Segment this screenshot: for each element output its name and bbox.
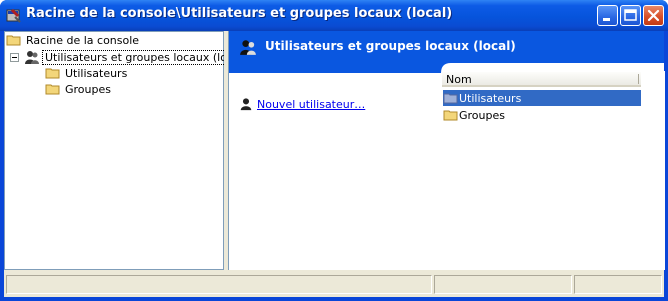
details-pane: Utilisateurs et groupes locaux (local) N… [228, 31, 665, 270]
list-item-label: Utilisateurs [459, 91, 522, 105]
page-title: Utilisateurs et groupes locaux (local) [265, 39, 516, 53]
tree-item-label: Utilisateurs et groupes locaux (local) [42, 49, 251, 65]
details-list[interactable]: Nom Utilisateurs Groupes [442, 71, 665, 270]
folder-icon [443, 110, 458, 121]
new-user-icon [240, 98, 252, 111]
tree-item-groupes[interactable]: Groupes [45, 81, 113, 97]
status-pane [434, 275, 572, 294]
column-label: Nom [446, 73, 472, 86]
status-pane [6, 275, 432, 294]
tree-item-root[interactable]: Racine de la console [6, 32, 141, 48]
tree-item-label: Utilisateurs [65, 66, 128, 80]
tree-item-label: Groupes [65, 82, 111, 96]
users-snapin-icon [240, 40, 256, 55]
new-user-link[interactable]: Nouvel utilisateur… [257, 98, 365, 111]
maximize-icon [624, 9, 637, 21]
tree-item-utilisateurs[interactable]: Utilisateurs [45, 65, 129, 81]
folder-icon [45, 68, 60, 79]
taskpad-header: Utilisateurs et groupes locaux (local) [229, 31, 664, 63]
status-bar [4, 272, 664, 297]
tree-item-label: Racine de la console [26, 33, 140, 47]
list-item-label: Groupes [459, 108, 505, 122]
column-header-nom[interactable]: Nom [442, 72, 641, 87]
tree-item-snapin[interactable]: Utilisateurs et groupes locaux (local) [24, 49, 251, 65]
column-divider[interactable] [638, 74, 639, 84]
folder-icon [45, 84, 60, 95]
users-snapin-icon [25, 51, 39, 64]
console-tool-icon [6, 9, 21, 23]
window-frame: Racine de la console Utilisateurs et gro… [4, 31, 665, 297]
window-title: Racine de la console\Utilisateurs et gro… [26, 6, 453, 21]
title-bar[interactable]: Racine de la console\Utilisateurs et gro… [0, 0, 668, 31]
collapse-toggle[interactable] [10, 53, 19, 62]
mmc-window: Racine de la console\Utilisateurs et gro… [0, 0, 668, 301]
status-pane [574, 275, 662, 294]
minimize-icon [603, 18, 610, 21]
users-folder-icon [443, 93, 458, 104]
task-new-user[interactable]: Nouvel utilisateur… [239, 97, 365, 111]
folder-icon [6, 35, 21, 46]
close-icon [647, 9, 660, 22]
minimize-button[interactable] [597, 5, 618, 26]
console-tree[interactable]: Racine de la console Utilisateurs et gro… [4, 31, 251, 270]
maximize-button[interactable] [620, 5, 641, 26]
list-item[interactable]: Utilisateurs [443, 90, 641, 106]
close-button[interactable] [643, 5, 664, 26]
list-item[interactable]: Groupes [443, 107, 505, 123]
